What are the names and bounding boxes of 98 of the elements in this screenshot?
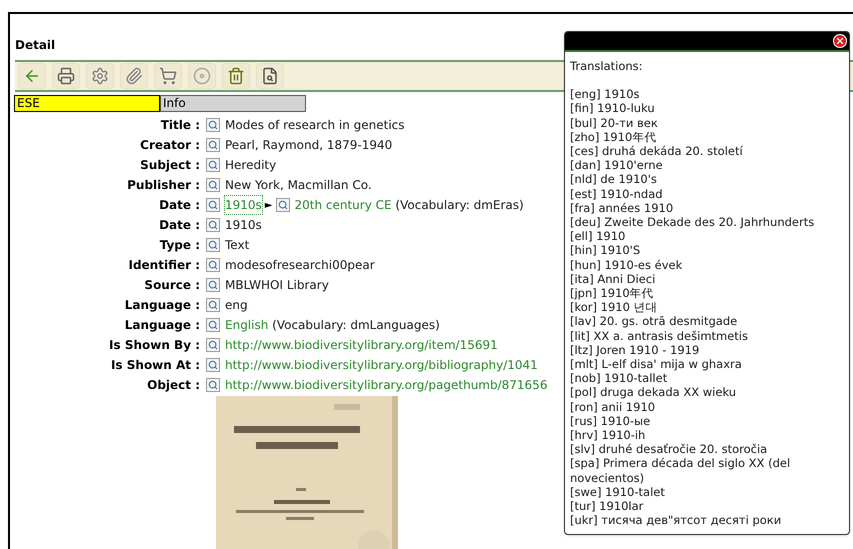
tab[interactable]: ESE bbox=[14, 95, 160, 112]
field-label: Identifier : bbox=[127, 257, 201, 274]
translation-line: [nob] 1910-tallet bbox=[570, 371, 668, 386]
translation-line: [est] 1910-ndad bbox=[570, 186, 664, 201]
translation-line: [kor] 1910 년대 bbox=[570, 300, 659, 314]
field-value: 1910s bbox=[225, 217, 262, 234]
field-label: Title : bbox=[160, 117, 201, 134]
settings-icon bbox=[91, 67, 109, 85]
translation-line: [fin] 1910-luku bbox=[570, 101, 656, 116]
lookup-icon[interactable] bbox=[206, 258, 220, 272]
popup-heading: Translations: bbox=[570, 59, 644, 74]
translation-line: [ces] druhá dekáda 20. století bbox=[570, 144, 744, 158]
field-value: New York, Macmillan Co. bbox=[225, 177, 372, 194]
field-label: Date : bbox=[158, 197, 201, 214]
translation-line: [rus] 1910-ые bbox=[570, 414, 652, 428]
lookup-icon[interactable] bbox=[206, 198, 220, 212]
field-value: (Vocabulary: dmEras) bbox=[394, 197, 524, 214]
field-label: Publisher : bbox=[126, 177, 201, 194]
field-value: MBLWHOI Library bbox=[225, 277, 329, 294]
field-value: Pearl, Raymond, 1879-1940 bbox=[225, 137, 392, 154]
field-label: Language : bbox=[124, 297, 201, 314]
translation-line: [ron] anii 1910 bbox=[570, 400, 656, 414]
lookup-icon[interactable] bbox=[206, 158, 220, 172]
lookup-icon[interactable] bbox=[206, 298, 220, 312]
field-label: Creator : bbox=[139, 137, 201, 154]
translation-line: [zho] 1910年代 bbox=[570, 130, 658, 144]
field-value: Modes of research in genetics bbox=[225, 117, 405, 134]
translation-line: [tur] 1910lar bbox=[570, 499, 644, 514]
field-label: Is Shown By : bbox=[108, 337, 201, 354]
tab[interactable]: Info bbox=[160, 95, 306, 112]
translation-line: [jpn] 1910年代 bbox=[570, 286, 655, 300]
lookup-icon[interactable] bbox=[206, 318, 220, 332]
toolbar-button[interactable] bbox=[86, 63, 114, 89]
value-link[interactable]: 1910s bbox=[225, 196, 262, 214]
toolbar-button[interactable] bbox=[154, 63, 182, 89]
lookup-icon[interactable] bbox=[276, 198, 290, 212]
field-value: (Vocabulary: dmLanguages) bbox=[271, 317, 440, 334]
translation-line: [lav] 20. gs. otrā desmitgade bbox=[570, 314, 738, 329]
cart-icon bbox=[159, 67, 177, 85]
translation-line: [deu] Zweite Dekade des 20. Jahrhunderts bbox=[570, 215, 816, 230]
field-value: eng bbox=[225, 297, 248, 314]
translation-line: [ell] 1910 bbox=[570, 229, 626, 244]
field-label: Subject : bbox=[139, 157, 201, 174]
translation-line: [hin] 1910'S bbox=[570, 243, 642, 258]
translation-line: [mlt] L-elf disa' mija w ghaxra bbox=[570, 357, 743, 372]
lookup-icon[interactable] bbox=[206, 138, 220, 152]
toolbar-button[interactable] bbox=[120, 63, 148, 89]
translation-line: [ukr] тисяча дев"ятсот десяті роки bbox=[570, 513, 782, 528]
field-label: Is Shown At : bbox=[110, 357, 201, 374]
field-label: Object : bbox=[146, 377, 201, 394]
field-label: Language : bbox=[124, 317, 201, 334]
field-value: Heredity bbox=[225, 157, 276, 174]
section-title: Detail bbox=[15, 37, 56, 52]
toolbar-button[interactable] bbox=[222, 63, 250, 89]
value-link[interactable]: http://www.biodiversitylibrary.org/bibliography/1041 bbox=[225, 356, 538, 374]
lookup-icon[interactable] bbox=[206, 338, 220, 352]
paperclip-icon bbox=[125, 67, 143, 85]
close-button[interactable] bbox=[833, 34, 847, 48]
value-link[interactable]: 20th century CE bbox=[294, 196, 392, 214]
translation-line: [spa] Primera década del siglo XX (del novecientos) bbox=[570, 456, 792, 485]
translation-line: [nld] de 1910's bbox=[570, 172, 658, 187]
lookup-icon[interactable] bbox=[206, 238, 220, 252]
translation-line: [pol] druga dekada XX wieku bbox=[570, 385, 738, 400]
close-icon bbox=[835, 36, 845, 46]
lookup-icon[interactable] bbox=[206, 358, 220, 372]
back-icon bbox=[23, 67, 41, 85]
value-link[interactable]: English bbox=[225, 316, 268, 334]
translation-line: [lit] XX a. antrasis dešimtmetis bbox=[570, 328, 749, 343]
translation-line: [dan] 1910'erne bbox=[570, 158, 664, 172]
translation-line: [fra] années 1910 bbox=[570, 200, 674, 216]
toolbar-button[interactable] bbox=[18, 63, 46, 89]
toolbar-button[interactable] bbox=[52, 63, 80, 89]
translation-line: [eng] 1910s bbox=[570, 87, 641, 102]
trash-icon bbox=[227, 67, 245, 85]
lookup-icon[interactable] bbox=[206, 278, 220, 292]
disc-icon bbox=[193, 67, 211, 85]
translation-line: [bul] 20-ти век bbox=[570, 116, 659, 130]
lookup-icon[interactable] bbox=[206, 118, 220, 132]
translation-line: [hun] 1910-es évek bbox=[570, 258, 684, 272]
field-label: Date : bbox=[158, 217, 201, 234]
document-icon bbox=[261, 67, 279, 85]
translation-line: [hrv] 1910-ih bbox=[570, 428, 646, 442]
value-link[interactable]: http://www.biodiversitylibrary.org/item/15691 bbox=[225, 336, 498, 354]
translation-line: [ltz] Joren 1910 - 1919 bbox=[570, 342, 700, 358]
lookup-icon[interactable] bbox=[206, 378, 220, 392]
toolbar-button[interactable] bbox=[256, 63, 284, 89]
lookup-icon[interactable] bbox=[206, 218, 220, 232]
arrow-glyph: ► bbox=[264, 198, 272, 212]
field-value: Text bbox=[225, 237, 250, 254]
lookup-icon[interactable] bbox=[206, 178, 220, 192]
field-value: modesofresearchi00pear bbox=[225, 257, 375, 274]
translation-line: [swe] 1910-talet bbox=[570, 484, 666, 500]
printer-icon bbox=[57, 67, 75, 85]
field-label: Type : bbox=[158, 237, 201, 254]
value-link[interactable]: http://www.biodiversitylibrary.org/pagethumb/871656 bbox=[225, 376, 548, 394]
translation-line: [slv] druhé desaťročie 20. storočia bbox=[570, 442, 768, 456]
translation-line: [ita] Anni Dieci bbox=[570, 272, 656, 286]
field-label: Source : bbox=[143, 277, 201, 294]
